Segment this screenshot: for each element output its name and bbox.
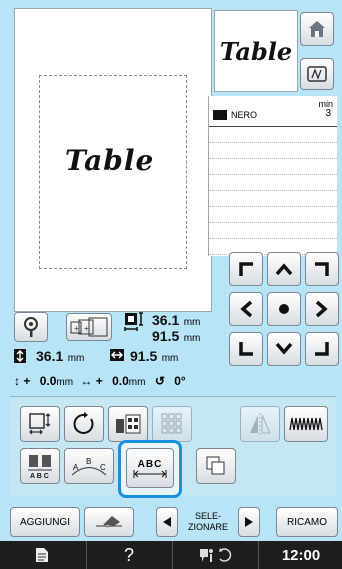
svg-text:+: +: [74, 324, 79, 333]
thread-list-empty-rows: [209, 127, 337, 255]
document-icon: [36, 548, 48, 562]
move-right-button[interactable]: [305, 292, 339, 326]
text-spacing-label: ABC: [137, 458, 163, 470]
clock: 12:00: [258, 541, 342, 569]
duplicate-button[interactable]: [196, 448, 236, 484]
design-preview-text: Table: [65, 144, 155, 177]
corner-up-left-icon: [239, 262, 253, 276]
svg-text:A B C: A B C: [30, 473, 49, 479]
text-array-button[interactable]: A B C: [64, 448, 114, 484]
corner-down-left-icon: [239, 342, 253, 356]
text-array-icon: A B C: [71, 457, 107, 476]
eraser-icon: [96, 516, 122, 528]
select-label: SELE- ZIONARE: [187, 511, 228, 532]
arrow-down-icon: [275, 342, 293, 355]
svg-text:+: +: [84, 324, 89, 333]
arrow-left-icon: [240, 300, 253, 318]
embroidery-edit-screen: Table Table NERO min 3 + + 36.1 mm 91.5 …: [0, 0, 342, 569]
move-up-button[interactable]: [267, 252, 301, 286]
character-spacing-button[interactable]: A B C: [20, 448, 60, 484]
triangle-right-icon: [245, 517, 253, 527]
corner-down-right-icon: [315, 342, 329, 356]
svg-text:B: B: [86, 457, 91, 466]
corner-up-right-icon: [315, 262, 329, 276]
magnification-icon: + +: [70, 317, 108, 337]
width-icon: [110, 349, 124, 361]
thread-color-change-button[interactable]: [108, 406, 148, 442]
text-spacing-button[interactable]: ABC: [126, 448, 174, 488]
settings-icon: [200, 548, 232, 562]
settings-status[interactable]: [172, 541, 257, 569]
mirror-button[interactable]: [240, 406, 280, 442]
select-previous-button[interactable]: [156, 507, 178, 537]
rotate-icon: [73, 412, 94, 434]
help-button[interactable]: ?: [86, 541, 171, 569]
ricamo-button[interactable]: RICAMO: [276, 507, 338, 537]
array-icon: [161, 413, 182, 434]
thread-color-name: NERO: [231, 110, 258, 120]
pattern-thumbnail-text: Table: [219, 36, 293, 66]
row-width-value: 91.5 mm: [130, 348, 179, 364]
rotation-icon: ↺: [154, 374, 165, 388]
vertical-offset-icon: ↕: [14, 374, 20, 388]
center-button[interactable]: [267, 292, 301, 326]
move-up-left-button[interactable]: [229, 252, 263, 286]
array-button[interactable]: [152, 406, 192, 442]
triangle-left-icon: [163, 517, 171, 527]
ricamo-label: RICAMO: [287, 516, 327, 528]
size-width-readout: 91.5 mm: [152, 328, 201, 344]
select-next-button[interactable]: [238, 507, 260, 537]
delete-button[interactable]: [84, 507, 134, 537]
hoop-icon: [307, 66, 327, 82]
arrow-up-icon: [275, 263, 293, 276]
resize-button[interactable]: [20, 406, 60, 442]
thread-color-change-icon: [116, 414, 141, 434]
density-button[interactable]: [284, 406, 328, 442]
home-icon: [309, 21, 325, 37]
pattern-thumbnail: Table: [214, 10, 298, 92]
row-height-value: 36.1 mm: [36, 348, 85, 364]
size-icon: [124, 312, 143, 331]
duplicate-icon: [206, 456, 225, 475]
text-spacing-graphic: ABC: [133, 459, 167, 478]
move-down-left-button[interactable]: [229, 332, 263, 366]
svg-text:C: C: [100, 463, 106, 472]
svg-text:A: A: [73, 463, 79, 472]
position-readout: ↕ + 0.0mm ↔ + 0.0mm ↺ 0°: [14, 374, 186, 388]
magnification-button[interactable]: + +: [66, 313, 112, 341]
rotate-button[interactable]: [64, 406, 104, 442]
move-down-right-button[interactable]: [305, 332, 339, 366]
move-up-right-button[interactable]: [305, 252, 339, 286]
design-preview-area[interactable]: Table: [14, 8, 212, 312]
aggiungi-button[interactable]: AGGIUNGI: [10, 507, 80, 537]
horizontal-offset-icon: ↔: [80, 374, 93, 388]
sewing-time-value: 3: [325, 108, 331, 119]
aggiungi-label: AGGIUNGI: [19, 516, 70, 528]
center-dot-icon: [279, 304, 289, 314]
zoom-icon: [24, 317, 38, 337]
character-spacing-icon: A B C: [28, 455, 52, 479]
manual-button[interactable]: [0, 541, 84, 569]
height-icon: [14, 349, 26, 363]
resize-icon: [29, 413, 51, 435]
home-button[interactable]: [300, 12, 334, 46]
footer-bar: ? 12:00: [0, 541, 342, 569]
move-left-button[interactable]: [229, 292, 263, 326]
width-arrow-icon: [133, 469, 167, 478]
thread-color-list: NERO min 3: [208, 96, 337, 256]
thread-color-swatch: [213, 110, 227, 120]
hoop-button[interactable]: [300, 58, 334, 90]
mirror-icon: [250, 413, 271, 435]
zoom-button[interactable]: [14, 312, 48, 342]
arrow-right-icon: [315, 300, 328, 318]
move-down-button[interactable]: [267, 332, 301, 366]
density-icon: [289, 417, 323, 431]
